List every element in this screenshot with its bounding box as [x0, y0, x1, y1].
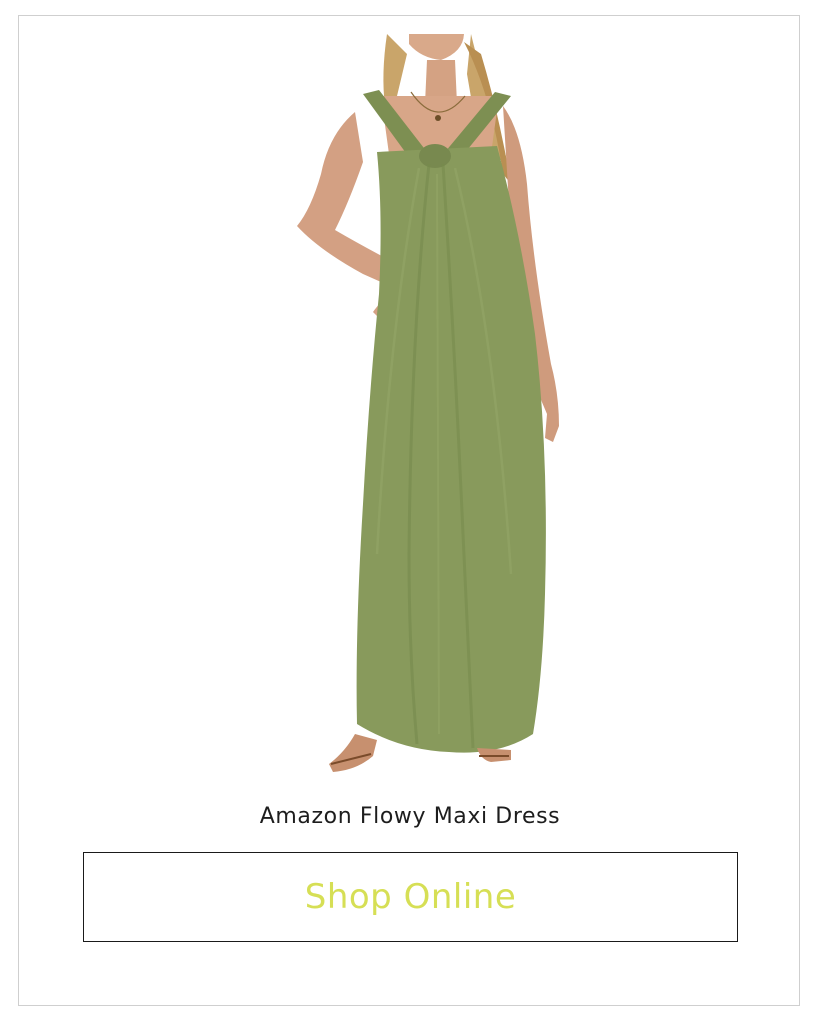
product-title: Amazon Flowy Maxi Dress	[259, 804, 561, 829]
product-image[interactable]	[259, 34, 579, 794]
shop-online-button[interactable]: Shop Online	[83, 852, 738, 942]
shop-online-label: Shop Online	[304, 877, 517, 917]
product-card: Amazon Flowy Maxi Dress Shop Online	[18, 15, 800, 1006]
